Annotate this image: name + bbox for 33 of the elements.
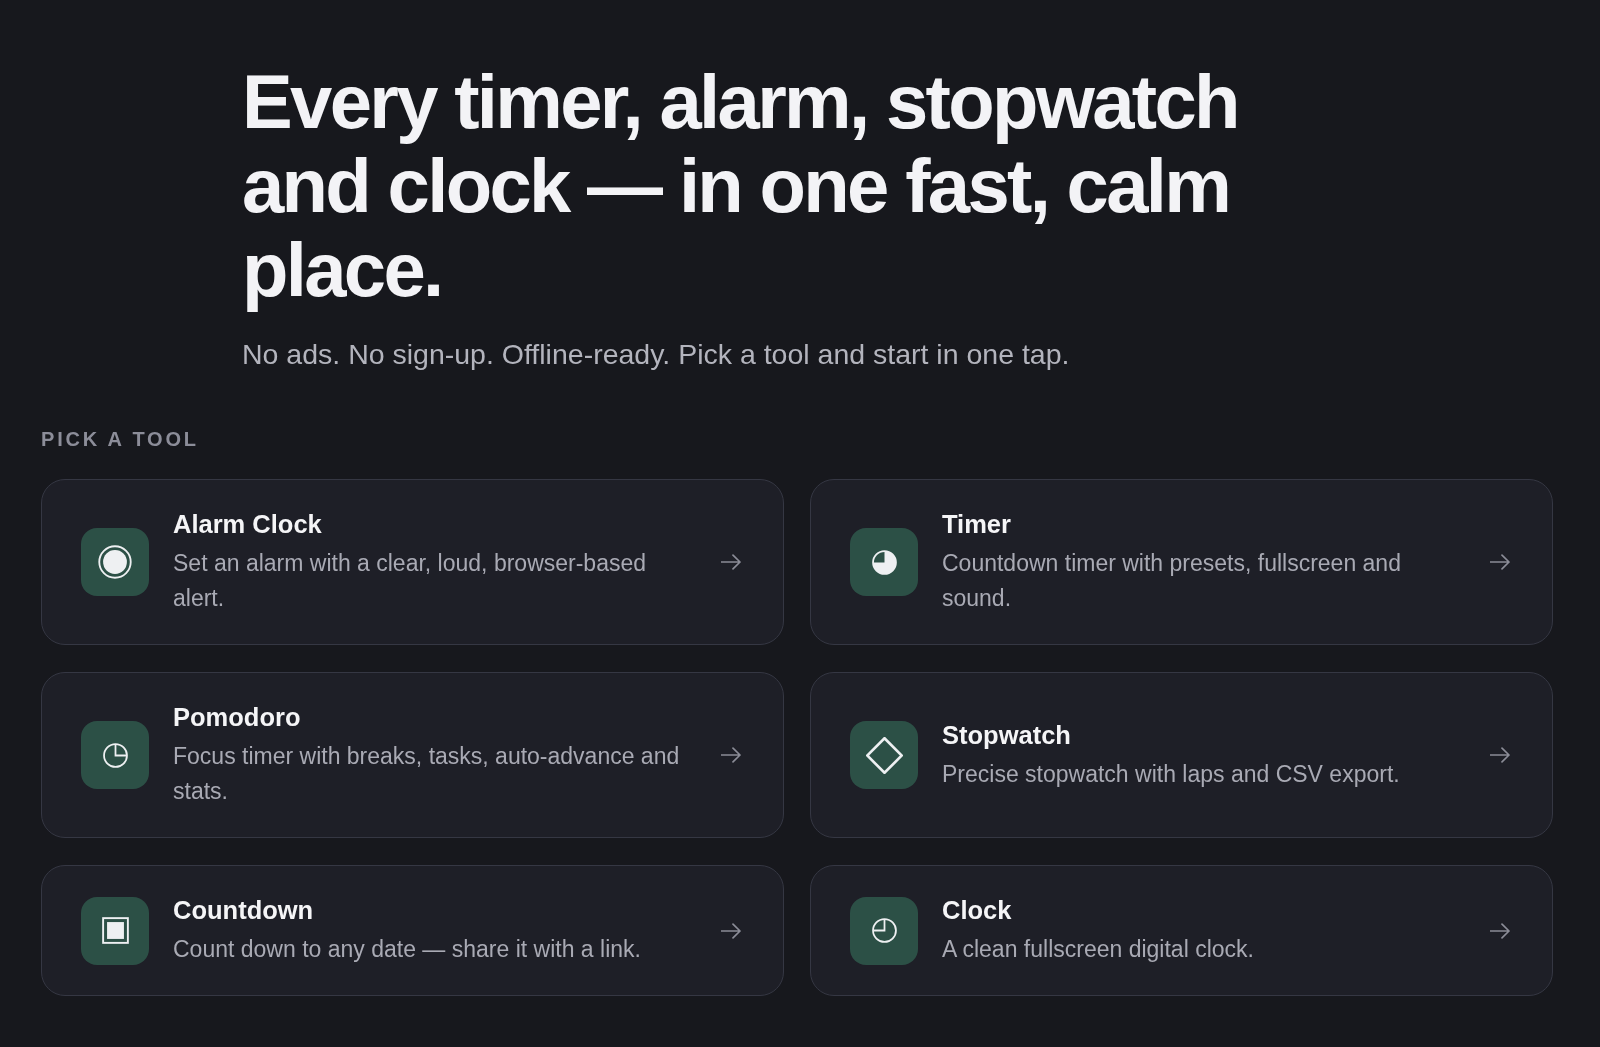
arrow-icon [1490,922,1510,939]
tool-title: Countdown [173,895,315,926]
page-subheading: No ads. No sign-up. Offline-ready. Pick a tool and start in one tap. [242,337,1070,372]
tool-description: A clean fullscreen digital clock. [942,935,1255,964]
tool-card[interactable]: Stopwatch Precise stopwatch with laps and CSV export. [810,672,1553,838]
tool-description: Focus timer with breaks, tasks, auto-advance and stats. [173,742,681,806]
tool-card[interactable]: Timer Countdown timer with presets, fullscreen and sound. [810,479,1553,645]
circle-dot-icon [98,545,132,579]
tool-description: Set an alarm with a clear, loud, browser-based alert. [173,549,648,613]
pie-icon [871,549,897,575]
tool-description: Precise stopwatch with laps and CSV export. [942,759,1401,789]
tool-title: Alarm Clock [173,509,323,540]
tool-card[interactable]: Pomodoro Focus timer with breaks, tasks, auto-advance and stats. [41,672,784,838]
clock-icon [871,918,897,943]
tool-title: Stopwatch [942,719,1072,751]
tool-card[interactable]: Clock A clean fullscreen digital clock. [810,865,1553,996]
arrow-icon [721,747,741,763]
arrow-icon [1490,554,1510,570]
square-icon [101,917,129,944]
tool-title: Timer [942,509,1012,540]
tool-title: Pomodoro [173,702,302,733]
arrow-icon [1490,747,1510,763]
tool-description: Countdown timer with presets, fullscreen and sound. [942,549,1402,613]
tool-title: Clock [942,895,1013,926]
clock-icon [102,742,128,768]
section-label: PICK A TOOL [41,427,199,451]
tool-description: Count down to any date — share it with a link. [173,935,642,964]
page-heading: Every timer, alarm, stopwatch and clock — in one fast, calm place. [242,60,1239,312]
tool-card[interactable]: Alarm Clock Set an alarm with a clear, loud, browser-based alert. [41,479,784,645]
diamond-icon [865,736,903,774]
tool-card[interactable]: Countdown Count down to any date — share it with a link. [41,865,784,996]
arrow-icon [721,554,741,570]
arrow-icon [721,922,741,939]
